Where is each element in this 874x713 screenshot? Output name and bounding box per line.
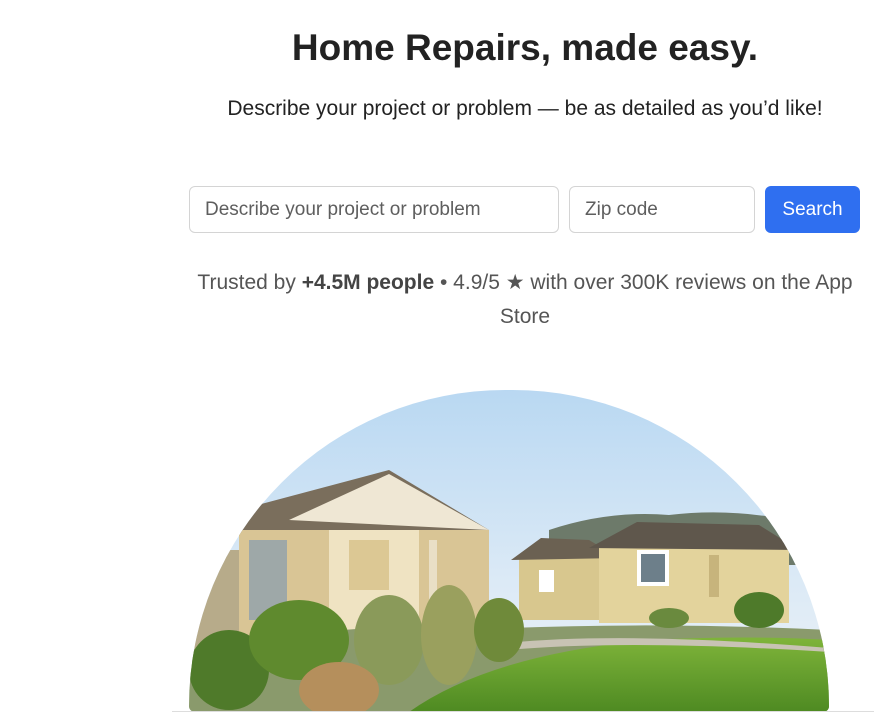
project-input[interactable] — [189, 186, 559, 233]
hero-image — [189, 390, 829, 712]
trust-people-count: +4.5M people — [301, 271, 435, 294]
houses-illustration — [189, 390, 829, 712]
landing-page: Home Repairs, made easy. Describe your p… — [0, 0, 874, 713]
zip-code-input[interactable] — [569, 186, 755, 233]
divider — [172, 711, 874, 712]
trust-prefix: Trusted by — [197, 271, 302, 294]
page-subtitle: Describe your project or problem — be as… — [227, 97, 823, 120]
trust-rating-text: • 4.9/5 ★ with over 300K reviews on the … — [434, 271, 853, 328]
page-title: Home Repairs, made easy. — [291, 27, 759, 68]
search-button[interactable]: Search — [765, 186, 860, 233]
trust-statement: Trusted by +4.5M people • 4.9/5 ★ with o… — [170, 266, 874, 334]
